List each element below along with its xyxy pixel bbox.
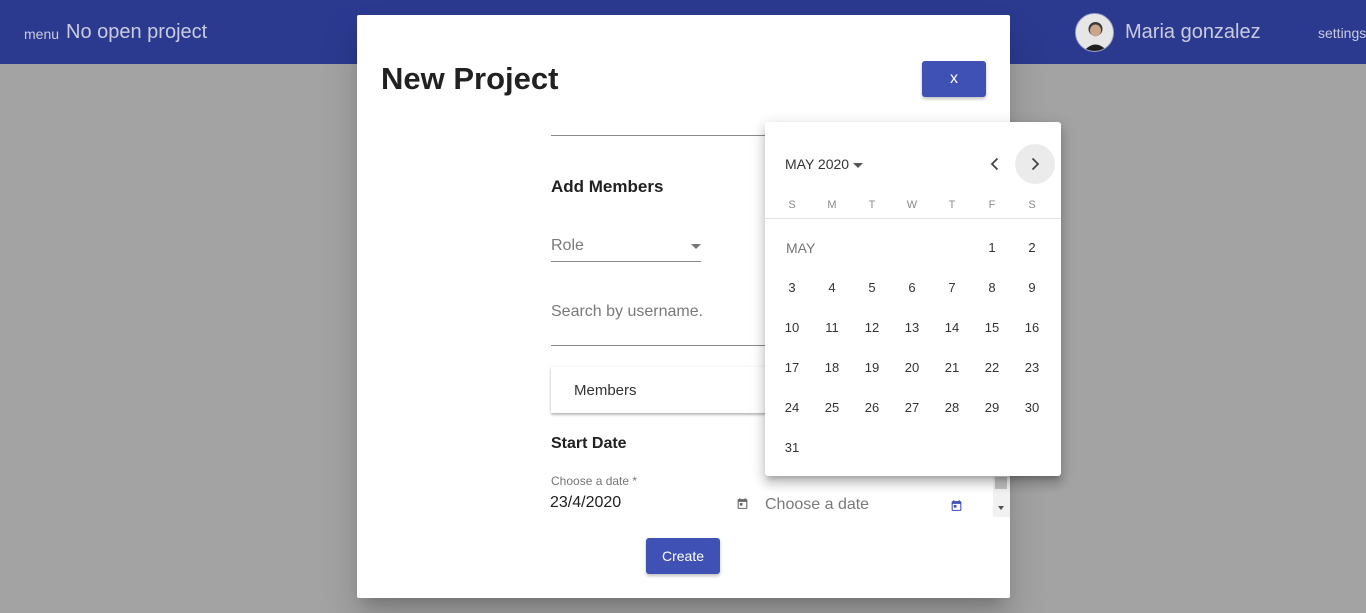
month-label: MAY xyxy=(786,240,816,256)
weekday-label: T xyxy=(868,199,876,211)
settings-button[interactable]: settings xyxy=(1318,25,1366,41)
close-button[interactable]: x xyxy=(922,61,986,97)
previous-month-button[interactable] xyxy=(975,144,1015,184)
add-members-heading: Add Members xyxy=(551,177,664,196)
dialog-title: New Project xyxy=(381,61,559,96)
calendar-icon[interactable] xyxy=(950,499,963,512)
weekday-label: S xyxy=(788,199,796,211)
dialog-scrollbar[interactable] xyxy=(993,473,1010,517)
weekday-label: W xyxy=(906,199,918,211)
calendar-day[interactable]: 19 xyxy=(852,360,892,375)
calendar-day[interactable]: 31 xyxy=(772,440,812,455)
project-name-field-underline[interactable] xyxy=(551,135,771,136)
calendar-day[interactable]: 18 xyxy=(812,360,852,375)
project-title: No open project xyxy=(66,21,208,43)
chevron-right-icon xyxy=(1031,157,1040,171)
calendar-day[interactable]: 17 xyxy=(772,360,812,375)
menu-button[interactable]: menu xyxy=(24,26,59,42)
calendar-day[interactable]: 6 xyxy=(892,280,932,295)
members-panel-label: Members xyxy=(574,382,637,399)
user-name[interactable]: Maria gonzalez xyxy=(1125,21,1261,44)
calendar-day[interactable]: 5 xyxy=(852,280,892,295)
calendar-day[interactable]: 16 xyxy=(1012,320,1052,335)
scrollbar-thumb[interactable] xyxy=(995,477,1007,489)
period-label: MAY 2020 xyxy=(785,156,850,172)
calendar-day[interactable]: 9 xyxy=(1012,280,1052,295)
calendar-day[interactable]: 21 xyxy=(932,360,972,375)
calendar-day[interactable]: 1 xyxy=(972,240,1012,255)
calendar-day[interactable]: 23 xyxy=(1012,360,1052,375)
username-search-input[interactable] xyxy=(551,303,771,321)
calendar-day[interactable]: 26 xyxy=(852,400,892,415)
calendar-day[interactable]: 10 xyxy=(772,320,812,335)
weekday-label: S xyxy=(1028,199,1036,211)
calendar-day[interactable]: 14 xyxy=(932,320,972,335)
datepicker-popup: MAY 2020 SMTWTFS MAY 1 2 3 4 5 6 7 8 9 10 11 12 13 14… xyxy=(765,122,1061,476)
calendar-day[interactable]: 12 xyxy=(852,320,892,335)
calendar-day[interactable]: 20 xyxy=(892,360,932,375)
username-search-field[interactable] xyxy=(551,303,771,346)
end-date-input[interactable]: Choose a date xyxy=(765,496,869,514)
avatar[interactable] xyxy=(1075,13,1114,52)
scroll-down-arrow-icon[interactable] xyxy=(998,506,1004,510)
calendar-day[interactable]: 13 xyxy=(892,320,932,335)
start-date-heading: Start Date xyxy=(551,435,627,452)
chevron-left-icon xyxy=(990,157,999,171)
user-avatar-icon xyxy=(1076,14,1113,51)
weekday-label: T xyxy=(948,199,956,211)
calendar-day[interactable]: 22 xyxy=(972,360,1012,375)
weekday-label: F xyxy=(988,199,996,211)
weekday-label: M xyxy=(827,199,837,211)
dropdown-arrow-icon xyxy=(853,162,864,168)
calendar-day[interactable]: 7 xyxy=(932,280,972,295)
calendar-day[interactable]: 2 xyxy=(1012,240,1052,255)
weekday-header: SMTWTFS xyxy=(765,199,1061,219)
calendar-day[interactable]: 29 xyxy=(972,400,1012,415)
role-select[interactable]: Role xyxy=(551,237,701,262)
period-select-button[interactable]: MAY 2020 xyxy=(785,156,864,172)
next-month-button[interactable] xyxy=(1015,144,1055,184)
calendar-day[interactable]: 24 xyxy=(772,400,812,415)
calendar-icon[interactable] xyxy=(736,497,749,510)
calendar-day[interactable]: 8 xyxy=(972,280,1012,295)
dropdown-arrow-icon xyxy=(691,244,701,249)
role-select-label: Role xyxy=(551,237,584,254)
calendar-day[interactable]: 28 xyxy=(932,400,972,415)
calendar-day[interactable]: 3 xyxy=(772,280,812,295)
calendar-day[interactable]: 4 xyxy=(812,280,852,295)
calendar-day[interactable]: 30 xyxy=(1012,400,1052,415)
start-date-input[interactable]: 23/4/2020 xyxy=(550,494,621,512)
members-expansion-panel[interactable]: Members xyxy=(551,367,771,413)
calendar-day[interactable]: 11 xyxy=(812,320,852,335)
create-button[interactable]: Create xyxy=(646,538,720,574)
start-date-label: Choose a date * xyxy=(551,474,638,488)
calendar-day[interactable]: 15 xyxy=(972,320,1012,335)
calendar-day[interactable]: 25 xyxy=(812,400,852,415)
calendar-day[interactable]: 27 xyxy=(892,400,932,415)
